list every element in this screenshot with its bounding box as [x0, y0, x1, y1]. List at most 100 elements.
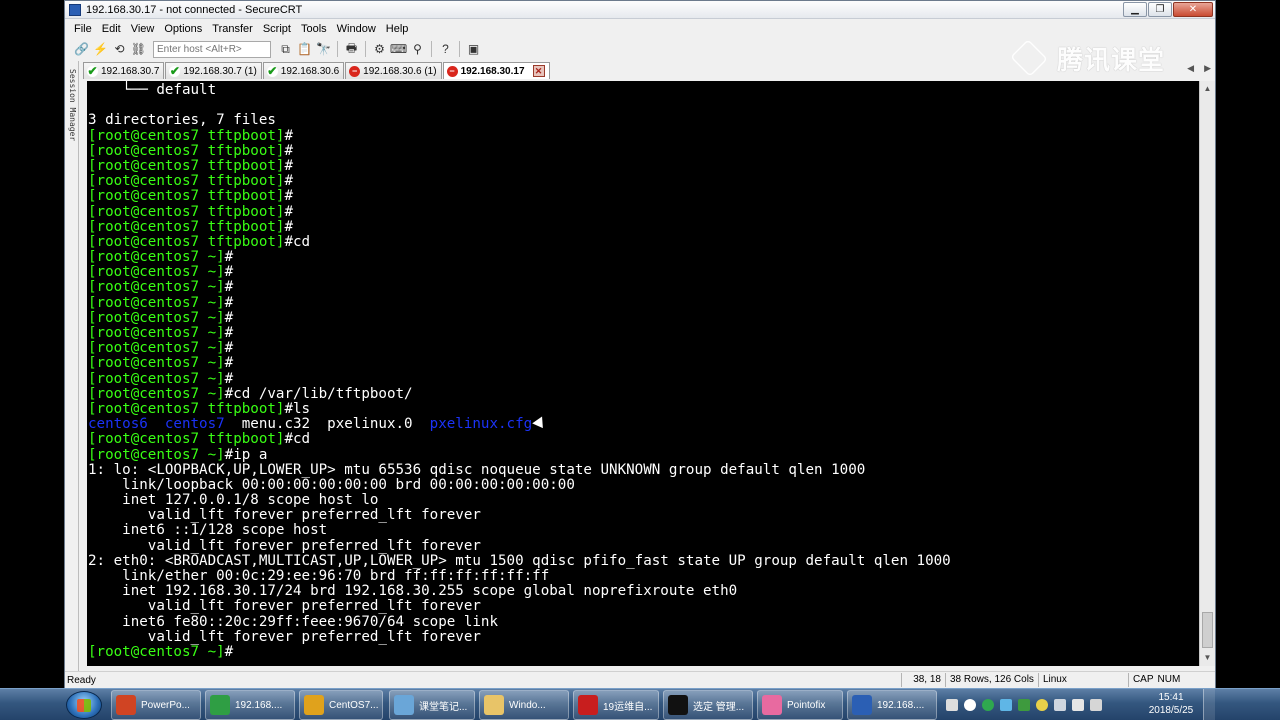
- terminal-line: [root@centos7 tftpboot]#: [88, 127, 1199, 144]
- terminal-line: [root@centos7 tftpboot]#cd: [88, 233, 1199, 250]
- taskbar-item[interactable]: 19运维自...: [573, 690, 659, 720]
- menu-tools[interactable]: Tools: [296, 23, 332, 35]
- taskbar-item[interactable]: 192.168....: [847, 690, 937, 720]
- tencent-classroom-logo-icon: [1010, 39, 1048, 77]
- terminal-text: #: [284, 173, 294, 190]
- terminal-line: link/loopback 00:00:00:00:00:00 brd 00:0…: [88, 476, 1199, 493]
- terminal-text: 3 directories, 7 files: [88, 112, 276, 129]
- securecrt-window: 192.168.30.17 - not connected - SecureCR…: [64, 0, 1216, 688]
- terminal-line: valid_lft forever preferred_lft forever: [88, 629, 1199, 645]
- security-icon[interactable]: [982, 699, 994, 711]
- taskbar-item[interactable]: PowerPo...: [111, 690, 201, 720]
- menu-options[interactable]: Options: [159, 23, 207, 35]
- disconnect-icon[interactable]: ⛓: [130, 41, 147, 58]
- connect-icon[interactable]: 🔗: [73, 41, 90, 58]
- terminal-scrollbar[interactable]: ▲ ▼: [1199, 81, 1215, 666]
- taskbar-item[interactable]: 选定 管理...: [663, 690, 753, 720]
- keymap-icon[interactable]: ⌨: [390, 41, 407, 58]
- start-button[interactable]: [66, 691, 102, 719]
- scroll-down-icon[interactable]: ▼: [1200, 650, 1215, 666]
- status-bar: Ready 38, 18 38 Rows, 126 Cols Linux CAP…: [65, 671, 1215, 688]
- app-icon: [578, 695, 598, 715]
- scrollbar-thumb[interactable]: [1202, 612, 1213, 648]
- sync-icon[interactable]: [1036, 699, 1048, 711]
- notification-icon[interactable]: [964, 699, 976, 711]
- terminal-line: inet6 fe80::20c:29ff:feee:9670/64 scope …: [88, 614, 1199, 630]
- host-input[interactable]: [153, 40, 271, 58]
- terminal-line: [root@centos7 ~]#: [88, 310, 1199, 326]
- tab-session-3[interactable]: ✔ 192.168.30.6: [262, 62, 345, 79]
- session-manager-label: Session Manager: [68, 69, 77, 142]
- session-manager-sidebar[interactable]: Session Manager: [65, 61, 79, 671]
- terminal-output[interactable]: └── default 3 directories, 7 files [root@c…: [87, 81, 1199, 666]
- clock-date: 2018/5/25: [1148, 705, 1194, 716]
- taskbar-item[interactable]: 192.168....: [205, 690, 295, 720]
- terminal-line: centos6 centos7 menu.c32 pxelinux.0 pxel…: [88, 417, 1199, 432]
- sftp-icon[interactable]: ⚲: [409, 41, 426, 58]
- menu-transfer[interactable]: Transfer: [207, 23, 258, 35]
- tab-label: 192.168.30.17: [460, 65, 525, 77]
- menu-window[interactable]: Window: [332, 23, 381, 35]
- print-icon[interactable]: 🖶: [343, 41, 360, 58]
- window-title: 192.168.30.17 - not connected - SecureCR…: [86, 3, 303, 16]
- reconnect-icon[interactable]: ⟲: [111, 41, 128, 58]
- terminal-text: [root@centos7 tftpboot]: [88, 233, 285, 250]
- taskbar-item[interactable]: Windo...: [479, 690, 569, 720]
- settings-icon[interactable]: ⚙: [371, 41, 388, 58]
- app-tray-icon[interactable]: [1018, 699, 1030, 711]
- keyboard-icon[interactable]: [946, 699, 958, 711]
- taskbar-item[interactable]: Pointofix: [757, 690, 843, 720]
- menu-file[interactable]: File: [69, 23, 97, 35]
- volume-icon[interactable]: [1090, 699, 1102, 711]
- terminal-text: link/loopback 00:00:00:00:00:00 brd 00:0…: [88, 476, 575, 493]
- find-icon[interactable]: 🔭: [315, 41, 332, 58]
- menu-edit[interactable]: Edit: [97, 23, 126, 35]
- terminal-text: #: [284, 188, 294, 205]
- maximize-button[interactable]: ❐: [1148, 2, 1172, 17]
- terminal-text: [root@centos7 ~]: [88, 370, 225, 387]
- help-icon[interactable]: ?: [437, 41, 454, 58]
- tab-scroll-left-icon[interactable]: ◀: [1187, 63, 1194, 74]
- check-icon: ✔: [87, 63, 98, 78]
- tab-session-5[interactable]: − 192.168.30.17 ✕: [442, 62, 550, 79]
- status-terminal-size: 38 Rows, 126 Cols: [945, 673, 1038, 687]
- clock[interactable]: 15:41 2018/5/25: [1146, 691, 1196, 717]
- status-cursor-position: 38, 18: [901, 673, 945, 687]
- terminal-text: [root@centos7 tftpboot]: [88, 127, 285, 144]
- minimize-button[interactable]: ▁: [1123, 2, 1147, 17]
- toolbar-separator: [459, 41, 460, 57]
- close-button[interactable]: ✕: [1173, 2, 1213, 17]
- quick-connect-icon[interactable]: ⚡: [92, 41, 109, 58]
- tab-session-1[interactable]: ✔ 192.168.30.7: [83, 62, 165, 79]
- menu-view[interactable]: View: [126, 23, 160, 35]
- taskbar-item[interactable]: 课堂笔记...: [389, 690, 475, 720]
- terminal-line: [root@centos7 ~]#: [88, 341, 1199, 356]
- terminal-text: centos6 centos7: [88, 416, 225, 433]
- terminal-text: #: [284, 127, 294, 144]
- terminal-text: #cd /var/lib/tftpboot/: [224, 385, 413, 402]
- terminal-line: [root@centos7 ~]#: [88, 265, 1199, 280]
- copy-icon[interactable]: ⧉: [277, 41, 294, 58]
- app-icon: [484, 695, 504, 715]
- cloud-icon[interactable]: [1000, 699, 1012, 711]
- paste-icon[interactable]: 📋: [296, 41, 313, 58]
- terminal-line: [root@centos7 ~]#: [88, 294, 1199, 311]
- tab-close-icon[interactable]: ✕: [532, 65, 545, 77]
- terminal-text: [root@centos7 ~]: [88, 294, 225, 311]
- show-desktop-button[interactable]: [1203, 689, 1215, 720]
- network-icon[interactable]: [1072, 699, 1084, 711]
- status-ready: Ready: [67, 674, 96, 686]
- tab-session-2[interactable]: ✔ 192.168.30.7 (1): [165, 62, 262, 79]
- taskbar-item[interactable]: CentOS7...: [299, 690, 383, 720]
- update-icon[interactable]: [1054, 699, 1066, 711]
- terminal-text: [root@centos7 ~]: [88, 643, 225, 660]
- menu-help[interactable]: Help: [381, 23, 414, 35]
- tab-session-4[interactable]: − 192.168.30.6 (1): [345, 62, 442, 79]
- securefx-icon[interactable]: ▣: [465, 41, 482, 58]
- menu-script[interactable]: Script: [258, 23, 296, 35]
- terminal-text: 2: eth0: <BROADCAST,MULTICAST,UP,LOWER_U…: [88, 552, 951, 569]
- tab-scroll-right-icon[interactable]: ▶: [1204, 63, 1211, 74]
- terminal-text: #: [284, 142, 294, 159]
- watermark: 腾讯课堂: [1009, 38, 1165, 78]
- scroll-up-icon[interactable]: ▲: [1200, 81, 1215, 97]
